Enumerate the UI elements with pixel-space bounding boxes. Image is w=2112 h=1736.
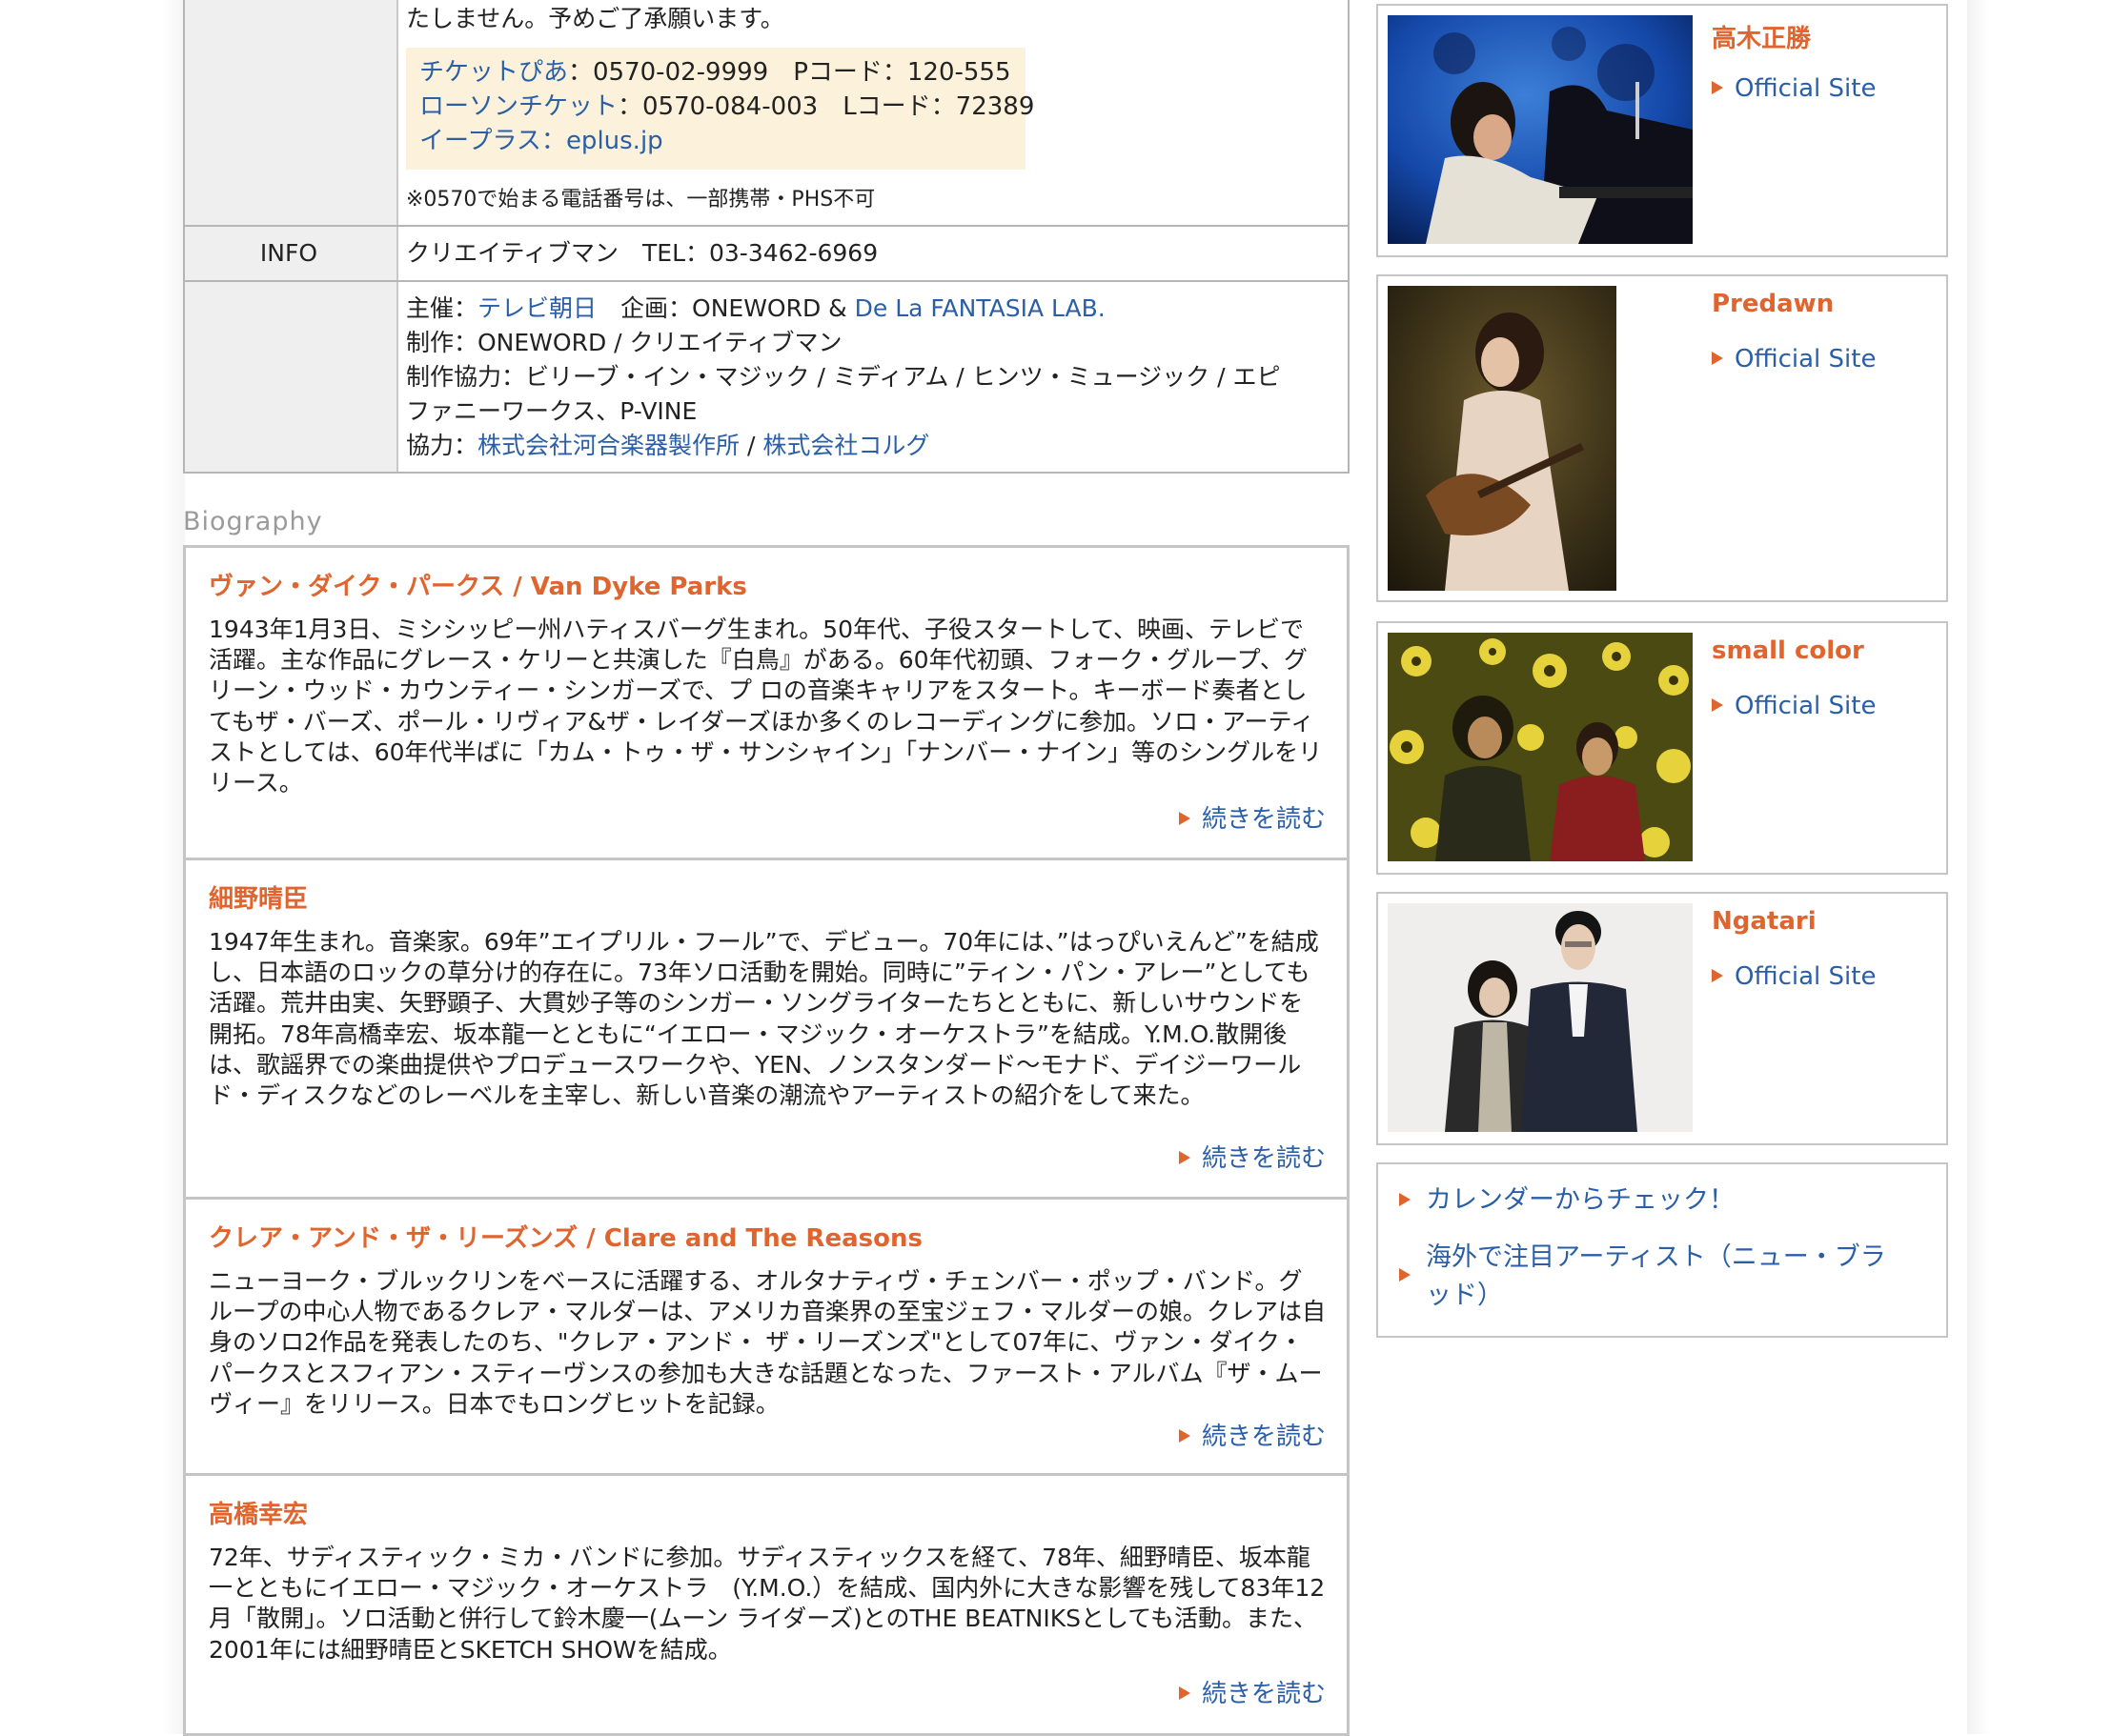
row-divider [183, 280, 1350, 282]
bio-text: 1947年生まれ。音楽家。69年”エイプリル・フール”で、デビュー。70年には、… [209, 928, 1319, 1110]
arrow-right-icon [1399, 1268, 1411, 1282]
sponsor-label: 主催： [406, 294, 478, 322]
read-more-link[interactable]: 続きを読む [1178, 1674, 1326, 1709]
calendar-check-label: カレンダーからチェック！ [1426, 1185, 1735, 1215]
ticket-line-eplus: イープラス：eplus.jp [419, 124, 663, 158]
info-value: クリエイティブマン TEL：03-3462-6969 [406, 239, 879, 267]
official-site-label: Official Site [1735, 345, 1877, 373]
read-more-label: 続きを読む [1201, 805, 1326, 834]
arrow-right-icon [1178, 1428, 1190, 1443]
artist-photo-image [1388, 286, 1616, 591]
arrow-right-icon [1712, 697, 1723, 712]
support-label: 協力： [406, 432, 478, 459]
read-more-link[interactable]: 続きを読む [1178, 1417, 1326, 1452]
support-link-kawai[interactable]: 株式会社河合楽器製作所 [477, 432, 740, 459]
ticket-lawson-detail: ：0570-084-003 Lコード：72389 [618, 92, 1035, 121]
read-more-label: 続きを読む [1201, 1680, 1326, 1708]
artist-photo[interactable] [1388, 633, 1693, 861]
bio-entry-takahashi: 高橋幸宏 72年、サディスティック・ミカ・バンドに参加。サディスティックスを経て… [183, 1473, 1350, 1736]
bio-name: クレア・アンド・ザ・リーズンズ / Clare and The Reasons [209, 1224, 923, 1253]
ticket-pia-detail: ：0570-02-9999 Pコード：120-555 [568, 58, 1011, 87]
page-shadow-left [160, 0, 185, 1734]
arrow-right-icon [1712, 968, 1723, 982]
official-site-label: Official Site [1735, 692, 1877, 720]
credits-cooperation-1: 制作協力：ビリーブ・イン・マジック / ミディアム / ヒンツ・ミュージック /… [406, 363, 1281, 391]
bio-text: 1943年1月3日、ミシシッピー州ハティスバーグ生まれ。50年代、子役スタートし… [209, 616, 1323, 797]
credits-production: 制作：ONEWORD / クリエイティブマン [406, 329, 843, 356]
side-links-box: カレンダーからチェック！ 海外で注目アーティスト（ニュー・ブラッド） [1376, 1162, 1948, 1338]
ticket-eplus-link[interactable]: イープラス [419, 127, 541, 155]
official-site-link[interactable]: Official Site [1712, 345, 1876, 373]
artist-name: small color [1712, 636, 1864, 665]
row-divider [183, 225, 1350, 227]
bio-name: 細野晴臣 [209, 885, 309, 914]
event-info-table: たしません。予めご了承願います。 チケットぴあ：0570-02-9999 Pコー… [183, 0, 1350, 474]
artist-name: Ngatari [1712, 907, 1817, 936]
artist-card-predawn: Predawn Official Site [1376, 274, 1948, 602]
artist-card-takagi: 高木正勝 Official Site [1376, 4, 1948, 257]
overseas-artists-label: 海外で注目アーティスト（ニュー・ブラッド） [1426, 1242, 1886, 1310]
artist-name: 高木正勝 [1712, 25, 1812, 53]
plan-link[interactable]: De La FANTASIA LAB. [855, 294, 1106, 322]
ticket-eplus-sep: ： [540, 127, 566, 155]
calendar-check-link[interactable]: カレンダーからチェック！ [1399, 1181, 1914, 1220]
credits-support-line: 協力：株式会社河合楽器製作所 / 株式会社コルグ [406, 429, 929, 463]
read-more-link[interactable]: 続きを読む [1178, 1139, 1326, 1174]
arrow-right-icon [1178, 1150, 1190, 1164]
artist-photo[interactable] [1388, 15, 1693, 244]
ticket-line-pia: チケットぴあ：0570-02-9999 Pコード：120-555 [419, 55, 1011, 90]
overseas-artists-link[interactable]: 海外で注目アーティスト（ニュー・ブラッド） [1399, 1239, 1895, 1315]
bio-entry-van-dyke-parks: ヴァン・ダイク・パークス / Van Dyke Parks 1943年1月3日、… [183, 545, 1350, 863]
arrow-right-icon [1712, 80, 1723, 94]
artist-card-small-color: small color Official Site [1376, 621, 1948, 875]
bio-entry-clare: クレア・アンド・ザ・リーズンズ / Clare and The Reasons … [183, 1197, 1350, 1479]
plan-label: 企画：ONEWORD & [597, 294, 855, 322]
arrow-right-icon [1178, 1686, 1190, 1700]
sponsor-link[interactable]: テレビ朝日 [477, 294, 597, 322]
artist-card-ngatari: Ngatari Official Site [1376, 892, 1948, 1145]
ticket-pia-link[interactable]: チケットぴあ [419, 58, 568, 87]
bio-text: ニューヨーク・ブルックリンをベースに活躍する、オルタナティヴ・チェンバー・ポップ… [209, 1267, 1327, 1418]
artist-name: Predawn [1712, 290, 1835, 318]
biography-heading: Biography [183, 507, 323, 536]
ticket-vendor-box: チケットぴあ：0570-02-9999 Pコード：120-555 ローソンチケッ… [406, 48, 1034, 170]
page-shadow-right [1967, 0, 1990, 1734]
bio-text: 72年、サディスティック・ミカ・バンドに参加。サディスティックスを経て、78年、… [209, 1544, 1326, 1664]
artist-photo-image [1388, 633, 1693, 861]
support-sep: / [740, 432, 763, 459]
official-site-label: Official Site [1735, 962, 1877, 991]
arrow-right-icon [1178, 811, 1190, 825]
read-more-label: 続きを読む [1201, 1144, 1326, 1173]
ticket-lawson-link[interactable]: ローソンチケット [419, 92, 618, 121]
bio-entry-hosono: 細野晴臣 1947年生まれ。音楽家。69年”エイプリル・フール”で、デビュー。7… [183, 858, 1350, 1202]
ticket-eplus-site-link[interactable]: eplus.jp [566, 127, 663, 155]
read-more-link[interactable]: 続きを読む [1178, 799, 1326, 835]
artist-photo[interactable] [1388, 903, 1693, 1132]
info-label: INFO [259, 239, 318, 267]
credits-cooperation-2: ファニーワークス、P-VINE [406, 397, 698, 425]
ticket-notice: たしません。予めご了承願います。 [406, 5, 784, 32]
artist-photo[interactable] [1388, 286, 1616, 591]
official-site-label: Official Site [1735, 74, 1877, 103]
official-site-link[interactable]: Official Site [1712, 692, 1876, 720]
artist-photo-image [1388, 903, 1693, 1132]
official-site-link[interactable]: Official Site [1712, 962, 1876, 991]
phone-note: ※0570で始まる電話番号は、一部携帯・PHS不可 [406, 188, 876, 212]
official-site-link[interactable]: Official Site [1712, 74, 1876, 103]
ticket-line-lawson: ローソンチケット：0570-084-003 Lコード：72389 [419, 90, 1034, 124]
support-link-korg[interactable]: 株式会社コルグ [762, 432, 929, 459]
read-more-label: 続きを読む [1201, 1423, 1326, 1451]
arrow-right-icon [1712, 351, 1723, 365]
bio-name: ヴァン・ダイク・パークス / Van Dyke Parks [209, 573, 747, 601]
arrow-right-icon [1399, 1192, 1411, 1206]
credits-sponsor-line: 主催：テレビ朝日 企画：ONEWORD & De La FANTASIA LAB… [406, 292, 1106, 326]
bio-name: 高橋幸宏 [209, 1501, 309, 1529]
artist-photo-image [1388, 15, 1693, 244]
